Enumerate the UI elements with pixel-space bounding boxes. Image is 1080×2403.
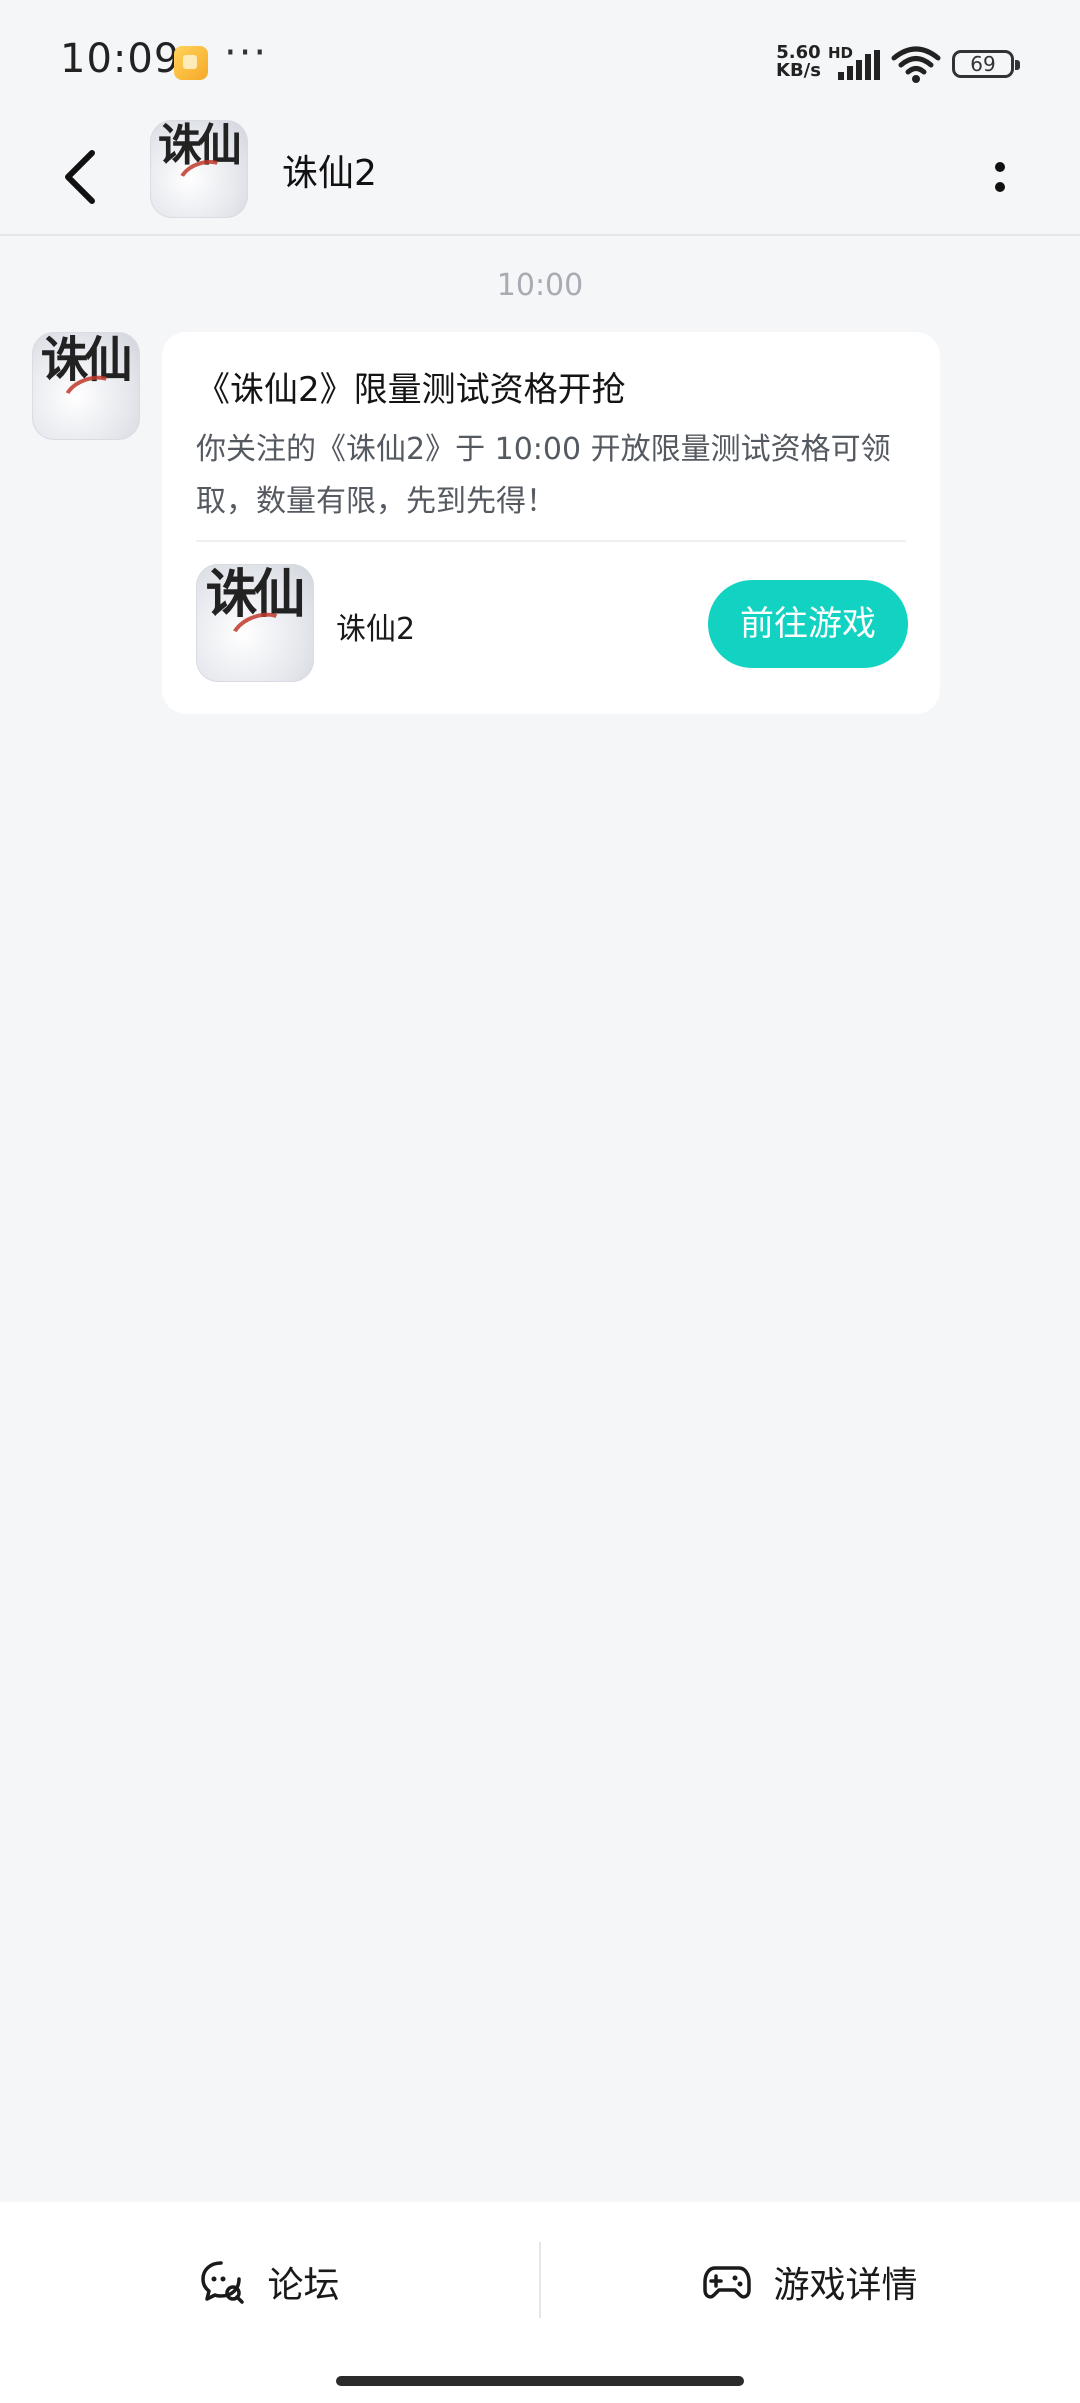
more-notifications-icon: ··· bbox=[224, 30, 269, 76]
chat-header: 诛仙 诛仙2 bbox=[0, 120, 1080, 236]
game-details-button[interactable]: 游戏详情 bbox=[541, 2202, 1080, 2362]
wifi-icon bbox=[891, 46, 941, 83]
signal-icon bbox=[838, 50, 880, 80]
game-details-label: 游戏详情 bbox=[773, 2265, 918, 2306]
bottom-action-bar: 论坛 游戏详情 bbox=[0, 2202, 1080, 2403]
go-to-game-button[interactable]: 前往游戏 bbox=[708, 580, 908, 668]
status-bar: 10:09 ··· 5.60 KB/s HD 69 bbox=[0, 0, 1080, 120]
more-dot-icon bbox=[995, 162, 1005, 172]
forum-button[interactable]: 论坛 bbox=[0, 2202, 539, 2362]
network-speed: 5.60 KB/s bbox=[776, 44, 821, 80]
notes-app-icon bbox=[174, 46, 208, 80]
network-speed-unit: KB/s bbox=[776, 60, 821, 81]
home-indicator[interactable] bbox=[336, 2376, 744, 2386]
gamepad-icon bbox=[703, 2266, 752, 2299]
page-title: 诛仙2 bbox=[282, 153, 377, 194]
forum-icon bbox=[201, 2261, 245, 2304]
message-description: 你关注的《诛仙2》于 10:00 开放限量测试资格可领取，数量有限，先到先得！ bbox=[196, 432, 891, 519]
more-dot-icon bbox=[995, 182, 1005, 192]
game-avatar[interactable]: 诛仙 bbox=[150, 120, 248, 218]
more-options-button[interactable] bbox=[980, 144, 1020, 210]
card-game-icon[interactable]: 诛仙 bbox=[196, 564, 314, 682]
status-time: 10:09 bbox=[60, 36, 181, 82]
message-timestamp: 10:00 bbox=[496, 268, 584, 303]
battery-indicator: 69 bbox=[952, 50, 1020, 78]
message-card[interactable]: 《诛仙2》限量测试资格开抢 你关注的《诛仙2》于 10:00 开放限量测试资格可… bbox=[162, 332, 940, 714]
back-arrow-icon bbox=[65, 150, 95, 204]
card-divider bbox=[196, 540, 906, 542]
back-button[interactable] bbox=[50, 138, 110, 216]
game-logo-text: 诛仙 bbox=[205, 564, 305, 625]
card-game-name: 诛仙2 bbox=[336, 612, 416, 647]
message-title: 《诛仙2》限量测试资格开抢 bbox=[196, 370, 626, 410]
sender-avatar[interactable]: 诛仙 bbox=[32, 332, 140, 440]
forum-label: 论坛 bbox=[267, 2265, 340, 2306]
